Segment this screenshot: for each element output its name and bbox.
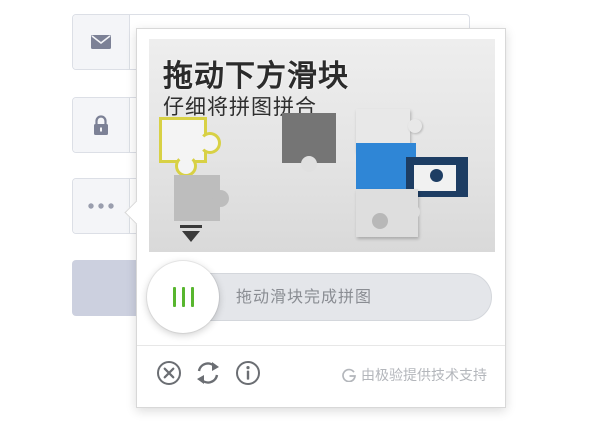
captcha-popup: 拖动下方滑块 仔细将拼图拼合 拖动滑块完成拼图 由极验提供技术支持 [124, 28, 506, 408]
info-button[interactable] [234, 359, 262, 387]
footer-divider [137, 345, 505, 346]
info-icon [236, 361, 260, 385]
puzzle-title: 拖动下方滑块 [163, 59, 349, 94]
close-circle-icon [157, 361, 181, 385]
lock-icon [73, 98, 130, 152]
envelope-icon [73, 15, 130, 69]
puzzle-image: 拖动下方滑块 仔细将拼图拼合 [149, 39, 495, 252]
grip-line [190, 287, 194, 307]
powered-by[interactable]: 由极验提供技术支持 [342, 365, 487, 385]
refresh-button[interactable] [194, 359, 222, 387]
grip-line [172, 287, 176, 307]
more-dots-icon [73, 179, 130, 233]
close-button[interactable] [155, 359, 183, 387]
slider-knob[interactable] [147, 261, 219, 333]
grip-line [181, 287, 185, 307]
refresh-icon [197, 362, 219, 384]
arrow-down-icon [180, 225, 202, 242]
powered-by-text: 由极验提供技术支持 [361, 368, 487, 384]
slider-hint: 拖动滑块完成拼图 [236, 287, 373, 306]
geetest-logo-icon [342, 368, 356, 382]
